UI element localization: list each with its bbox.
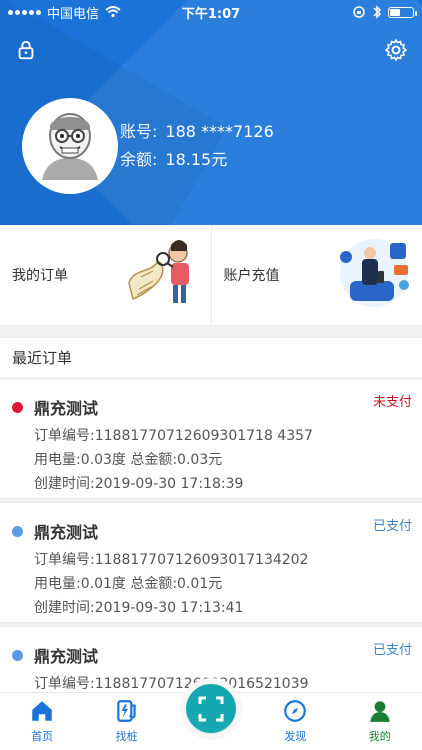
nav-find-pile[interactable]: 找桩 xyxy=(92,692,162,744)
recent-orders-list: 鼎充测试 未支付 订单编号:11881770712609301718 4357 … xyxy=(0,378,422,698)
compass-icon xyxy=(284,700,307,722)
order-status: 已支付 xyxy=(372,519,412,534)
order-station: 鼎充测试 xyxy=(34,399,99,418)
quick-actions: 我的订单 账户充值 xyxy=(0,225,422,326)
status-time: 下午1:07 xyxy=(181,6,241,22)
order-station: 鼎充测试 xyxy=(34,647,99,666)
order-status: 未支付 xyxy=(372,395,412,410)
order-number: 订单编号:118817707126093016521039 xyxy=(34,676,309,692)
nav-mine[interactable]: 我的 xyxy=(345,692,415,744)
profile-header: 中国电信 下午1:07 账号: 188 ****7126 余额: 18.15元 xyxy=(0,0,422,225)
nav-discover-label: 发现 xyxy=(284,730,307,743)
avatar-illustration xyxy=(28,104,112,188)
recent-orders-title: 最近订单 xyxy=(0,337,422,377)
status-dot xyxy=(12,650,23,661)
order-status: 已支付 xyxy=(372,643,412,658)
order-item-2[interactable]: 鼎充测试 已支付 订单编号:118817707126093017134202 用… xyxy=(0,502,422,623)
user-icon xyxy=(370,701,390,722)
scan-icon xyxy=(198,696,224,722)
bottom-nav: 首页 找桩 发现 我的 xyxy=(0,678,422,750)
order-energy-amount: 用电量:0.03度 总金额:0.03元 xyxy=(34,452,223,468)
status-bar: 中国电信 下午1:07 xyxy=(0,0,422,24)
battery-icon xyxy=(388,6,417,18)
nav-find-pile-label: 找桩 xyxy=(115,730,138,743)
account-row: 账号: 188 ****7126 xyxy=(120,118,274,146)
order-number: 订单编号:118817707126093017134202 xyxy=(34,552,309,568)
avatar[interactable] xyxy=(22,98,118,194)
screen: 中国电信 下午1:07 账号: 188 ****7126 余额: 18.15元 … xyxy=(0,0,422,750)
nav-home[interactable]: 首页 xyxy=(7,692,77,744)
order-number: 订单编号:11881770712609301718 4357 xyxy=(34,428,313,444)
account-value: 188 ****7126 xyxy=(165,122,274,141)
order-created-time: 创建时间:2019-09-30 17:13:41 xyxy=(34,600,244,616)
top-up-tile[interactable]: 账户充值 xyxy=(210,225,422,325)
order-energy-amount: 用电量:0.01度 总金额:0.01元 xyxy=(34,576,223,592)
nav-home-label: 首页 xyxy=(31,730,54,743)
lock-icon xyxy=(18,40,34,60)
status-dot xyxy=(12,402,23,413)
status-dot xyxy=(12,526,23,537)
nav-discover[interactable]: 发现 xyxy=(260,692,330,744)
orders-illustration xyxy=(127,240,189,303)
balance-label: 余额: xyxy=(120,150,158,169)
nav-mine-label: 我的 xyxy=(368,730,391,743)
my-orders-tile[interactable]: 我的订单 xyxy=(0,225,211,325)
gear-icon xyxy=(384,38,408,62)
home-icon xyxy=(32,701,52,721)
order-created-time: 创建时间:2019-09-30 17:18:39 xyxy=(34,476,244,492)
charger-icon xyxy=(116,700,136,722)
scan-button[interactable] xyxy=(180,678,242,740)
lock-button[interactable] xyxy=(12,36,40,64)
balance-value: 18.15元 xyxy=(165,150,228,169)
my-orders-label: 我的订单 xyxy=(12,268,68,284)
settings-button[interactable] xyxy=(382,36,410,64)
top-up-label: 账户充值 xyxy=(223,268,280,284)
account-label: 账号: xyxy=(120,122,158,141)
top-up-illustration xyxy=(340,239,409,307)
order-item-1[interactable]: 鼎充测试 未支付 订单编号:11881770712609301718 4357 … xyxy=(0,378,422,499)
order-station: 鼎充测试 xyxy=(34,523,99,542)
balance-row: 余额: 18.15元 xyxy=(120,146,274,174)
account-info: 账号: 188 ****7126 余额: 18.15元 xyxy=(120,118,274,174)
